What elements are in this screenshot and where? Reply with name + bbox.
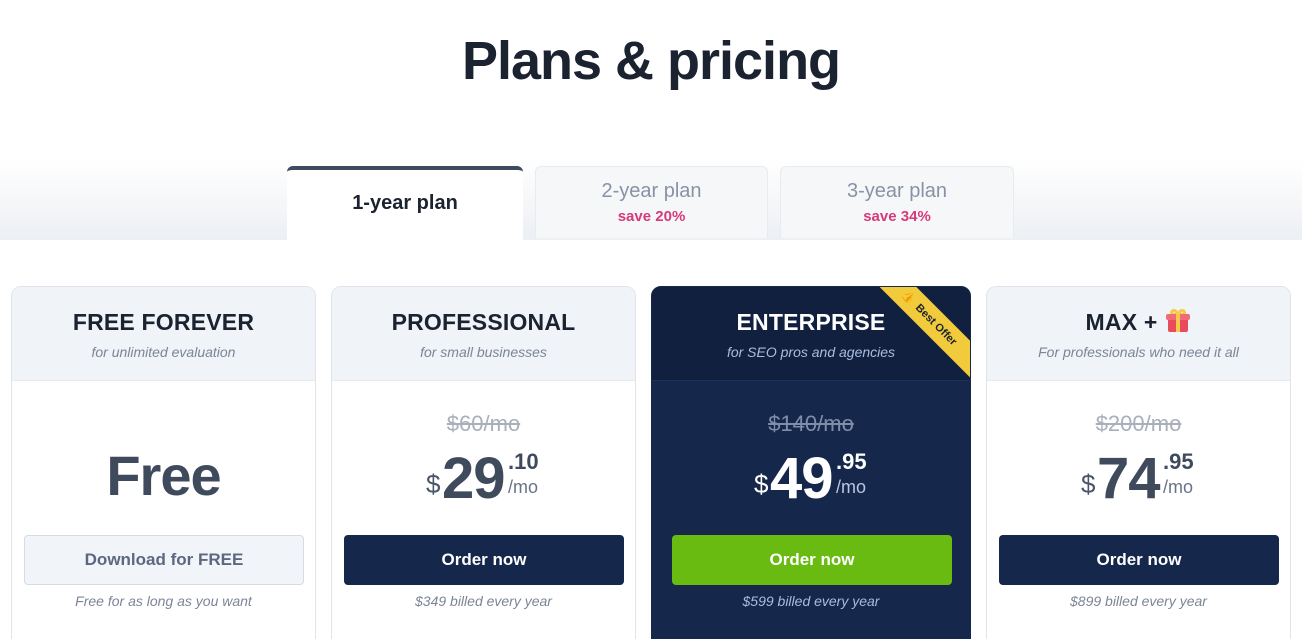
price-amount: 49 [770,446,834,511]
plan-price: Free [106,444,221,507]
tab-label: 1-year plan [352,192,458,214]
billing-note: $899 billed every year [1070,593,1207,609]
order-now-button[interactable]: Order now [672,535,952,585]
plan-card-free-forever: FREE FOREVER for unlimited evaluation Fr… [11,286,316,639]
billing-note: $349 billed every year [415,593,552,609]
plan-card-enterprise: ENTERPRISE for SEO pros and agencies 👍Be… [651,286,971,639]
best-offer-ribbon: 👍Best Offer [860,287,970,397]
tab-discount: save 20% [617,208,686,225]
old-price: $140/mo [768,411,854,436]
price-currency: $ [426,469,441,499]
download-free-button[interactable]: Download for FREE [24,535,304,585]
order-now-button[interactable]: Order now [344,535,624,585]
gift-icon [1165,309,1191,333]
plan-subtitle: For professionals who need it all [1038,344,1239,360]
price-cents: .95 [836,449,867,474]
price-cents: .95 [1163,449,1194,474]
billing-note: Free for as long as you want [75,593,252,609]
price-amount: 74 [1097,446,1161,511]
plan-card-professional: PROFESSIONAL for small businesses $60/mo… [331,286,636,639]
plan-card-header: MAX + For professionals who need it all [987,287,1290,381]
plan-name: PROFESSIONAL [391,309,576,335]
old-price: $60/mo [446,411,521,436]
price-period: /mo [1163,477,1194,497]
price-amount: 29 [442,446,506,511]
order-now-button[interactable]: Order now [999,535,1279,585]
tab-label: 2-year plan [601,180,702,202]
price-period: /mo [836,477,867,497]
plan-subtitle: for unlimited evaluation [91,344,236,360]
plan-name: MAX + [1085,309,1158,335]
billing-note: $599 billed every year [742,593,880,609]
old-price: $200/mo [1095,411,1182,436]
price-period: /mo [508,477,539,497]
tab-3-year-plan[interactable]: 3-year plan save 34% [780,166,1014,238]
plan-subtitle: for small businesses [420,344,547,360]
plan-card-max-plus: MAX + For professionals who need it all … [986,286,1291,639]
plan-price: $ 49 .95 /mo [652,445,970,511]
plan-name-row: MAX + [987,287,1290,336]
tab-label: 3-year plan [846,180,948,202]
price-currency: $ [1081,469,1096,499]
badge-label: Best Offer [912,301,960,349]
tab-discount: save 34% [863,208,931,225]
plan-card-header: PROFESSIONAL for small businesses [332,287,635,381]
best-offer-badge: 👍Best Offer [866,287,970,381]
plan-name: FREE FOREVER [72,309,255,335]
plan-price: $ 74 .95 /mo [987,445,1290,511]
plan-card-header: FREE FOREVER for unlimited evaluation [12,287,315,381]
price-currency: $ [754,469,769,499]
page-title: Plans & pricing [461,31,841,91]
tab-1-year-plan[interactable]: 1-year plan [287,166,523,240]
tab-2-year-plan[interactable]: 2-year plan save 20% [535,166,768,238]
price-cents: .10 [508,449,539,474]
plan-price: $ 29 .10 /mo [332,445,635,511]
